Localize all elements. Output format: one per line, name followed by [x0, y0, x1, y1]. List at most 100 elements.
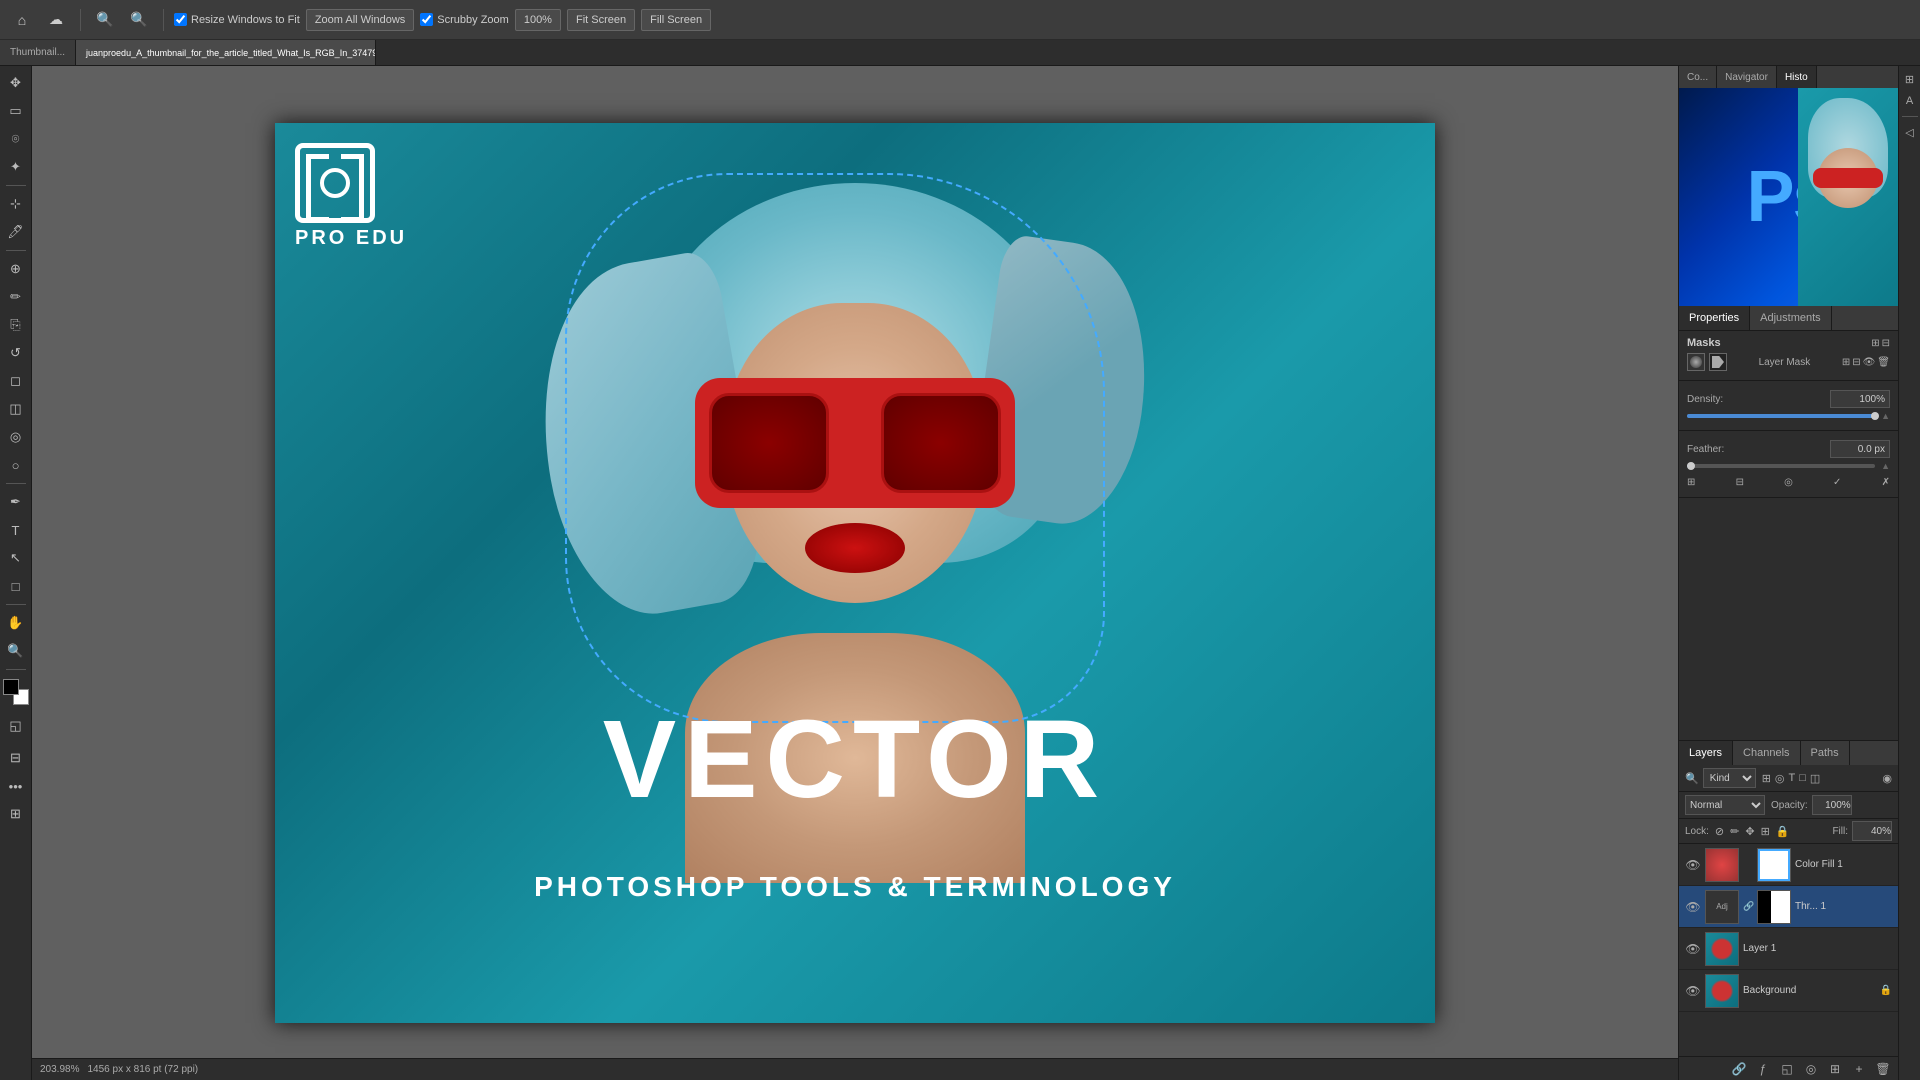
artboard-btn[interactable]: ⊞ — [3, 801, 29, 827]
density-input[interactable] — [1830, 390, 1890, 408]
lock-artboard-icon[interactable]: ⊞ — [1761, 825, 1770, 838]
tab-properties[interactable]: Properties — [1679, 306, 1750, 330]
hand-tool[interactable]: ✋ — [3, 610, 29, 636]
zoom-percent-btn[interactable]: 100% — [515, 9, 561, 31]
tab-adjustments[interactable]: Adjustments — [1750, 306, 1832, 330]
layer-link-btn[interactable]: 🔗 — [1730, 1060, 1748, 1078]
feather-expand-icon[interactable]: ▲ — [1881, 461, 1890, 471]
mask-apply-icon[interactable]: ⊞ — [1842, 357, 1850, 368]
resize-windows-label[interactable]: Resize Windows to Fit — [174, 13, 300, 26]
brush-tool[interactable]: ✏ — [3, 284, 29, 310]
filter-kind-select[interactable]: Kind Name Effect — [1703, 768, 1756, 788]
fill-input[interactable] — [1852, 821, 1892, 841]
gradient-tool[interactable]: ◫ — [3, 396, 29, 422]
char-style-btn[interactable]: A — [1901, 92, 1919, 110]
quick-mask-btn[interactable]: ◱ — [3, 713, 29, 739]
layer-style-btn[interactable]: ƒ — [1754, 1060, 1772, 1078]
pen-tool[interactable]: ✒ — [3, 489, 29, 515]
eyedropper-tool[interactable]: 🖊 — [3, 219, 29, 245]
cloud-btn[interactable]: ☁ — [42, 6, 70, 34]
mask-apply2-icon[interactable]: ✓ — [1833, 477, 1841, 488]
scrubby-zoom-label[interactable]: Scrubby Zoom — [420, 13, 509, 26]
layer-visibility-background[interactable]: 👁 — [1685, 983, 1701, 999]
blur-tool[interactable]: ◎ — [3, 424, 29, 450]
layer-adj-btn[interactable]: ◎ — [1802, 1060, 1820, 1078]
layer-visibility-threshold[interactable]: 👁 — [1685, 899, 1701, 915]
mask-select-icon[interactable]: ◎ — [1784, 477, 1793, 488]
extras-btn[interactable]: ••• — [3, 773, 29, 799]
canvas-area[interactable]: PRO EDU — [32, 66, 1678, 1080]
tab-main[interactable]: juanproedu_A_thumbnail_for_the_article_t… — [76, 40, 376, 66]
opacity-input[interactable] — [1812, 795, 1852, 815]
tab-thumbnail-label: Thumbnail... — [10, 47, 65, 58]
eraser-tool[interactable]: ◻ — [3, 368, 29, 394]
fit-screen-btn[interactable]: Fit Screen — [567, 9, 635, 31]
filter-pixel-icon[interactable]: ⊞ — [1762, 772, 1771, 785]
fill-screen-btn[interactable]: Fill Screen — [641, 9, 711, 31]
resize-windows-checkbox[interactable] — [174, 13, 187, 26]
layer-visibility-colorfill[interactable]: 👁 — [1685, 857, 1701, 873]
zoom-out-btn[interactable]: 🔍 — [91, 6, 119, 34]
tab-thumbnail[interactable]: Thumbnail... — [0, 40, 76, 66]
clone-tool[interactable]: ⎘ — [3, 312, 29, 338]
filter-toggle-icon[interactable]: ◉ — [1882, 772, 1892, 785]
layer-delete-btn[interactable]: 🗑 — [1874, 1060, 1892, 1078]
lasso-tool[interactable]: ⌾ — [3, 126, 29, 152]
logo-bracket — [295, 143, 375, 223]
collapse-btn[interactable]: ◁ — [1901, 123, 1919, 141]
layer-new-btn[interactable]: + — [1850, 1060, 1868, 1078]
mask-link-icon[interactable]: ⊟ — [1852, 357, 1860, 368]
healing-tool[interactable]: ⊕ — [3, 256, 29, 282]
mask-delete-icon[interactable]: 🗑 — [1877, 357, 1890, 368]
layers-list: 👁 Color Fill 1 👁 Adj 🔗 — [1679, 844, 1898, 1056]
tab-histo[interactable]: Histo — [1777, 66, 1817, 88]
dodge-tool[interactable]: ○ — [3, 452, 29, 478]
feather-input[interactable] — [1830, 440, 1890, 458]
tab-layers[interactable]: Layers — [1679, 741, 1733, 765]
layer-visibility-layer1[interactable]: 👁 — [1685, 941, 1701, 957]
path-selection-tool[interactable]: ↖ — [3, 545, 29, 571]
text-tool[interactable]: T — [3, 517, 29, 543]
filter-type-icon[interactable]: T — [1789, 772, 1796, 784]
color-swatch[interactable] — [3, 679, 29, 705]
tab-co[interactable]: Co... — [1679, 66, 1717, 88]
layer-item-colorfill[interactable]: 👁 Color Fill 1 — [1679, 844, 1898, 886]
blend-mode-select[interactable]: Normal Multiply Screen — [1685, 795, 1765, 815]
mask-refine-icon[interactable]: ⊞ — [1687, 477, 1695, 488]
tab-navigator[interactable]: Navigator — [1717, 66, 1777, 88]
move-tool[interactable]: ✥ — [3, 70, 29, 96]
layer-group-btn[interactable]: ⊞ — [1826, 1060, 1844, 1078]
lock-pixels-icon[interactable]: ✏ — [1730, 825, 1739, 838]
zoom-tool active[interactable]: 🔍 — [3, 638, 29, 664]
lock-position-icon[interactable]: ✥ — [1745, 825, 1754, 838]
lock-transparent-icon[interactable]: ⊘ — [1715, 825, 1724, 838]
marquee-tool[interactable]: ▭ — [3, 98, 29, 124]
mask-eye-icon[interactable]: 👁 — [1863, 357, 1876, 368]
feather-slider[interactable] — [1687, 464, 1875, 468]
layer-item-background[interactable]: 👁 Background 🔒 — [1679, 970, 1898, 1012]
screen-mode-btn[interactable]: ⊟ — [3, 745, 29, 771]
zoom-in-btn[interactable]: 🔍 — [125, 6, 153, 34]
filter-smartobj-icon[interactable]: ◫ — [1810, 772, 1820, 785]
filter-adj-icon[interactable]: ◎ — [1775, 772, 1785, 785]
tab-channels[interactable]: Channels — [1733, 741, 1800, 765]
lock-all-icon[interactable]: 🔒 — [1776, 825, 1790, 838]
mask-delete2-icon[interactable]: ✗ — [1882, 477, 1890, 488]
cc-libraries-btn[interactable]: ⊞ — [1901, 70, 1919, 88]
layers-options: Normal Multiply Screen Opacity: — [1679, 792, 1898, 819]
scrubby-zoom-checkbox[interactable] — [420, 13, 433, 26]
history-brush-tool[interactable]: ↺ — [3, 340, 29, 366]
density-expand-icon[interactable]: ▲ — [1881, 411, 1890, 421]
filter-shape-icon[interactable]: □ — [1799, 772, 1806, 784]
layer-mask-btn[interactable]: ◱ — [1778, 1060, 1796, 1078]
layer-item-layer1[interactable]: 👁 Layer 1 — [1679, 928, 1898, 970]
zoom-all-windows-btn[interactable]: Zoom All Windows — [306, 9, 414, 31]
crop-tool[interactable]: ⊹ — [3, 191, 29, 217]
layer-item-threshold[interactable]: 👁 Adj 🔗 Thr... 1 — [1679, 886, 1898, 928]
density-slider[interactable] — [1687, 414, 1875, 418]
magic-wand-tool[interactable]: ✦ — [3, 154, 29, 180]
shape-tool[interactable]: □ — [3, 573, 29, 599]
home-btn[interactable]: ⌂ — [8, 6, 36, 34]
mask-invert-icon[interactable]: ⊟ — [1736, 477, 1744, 488]
tab-paths[interactable]: Paths — [1801, 741, 1850, 765]
